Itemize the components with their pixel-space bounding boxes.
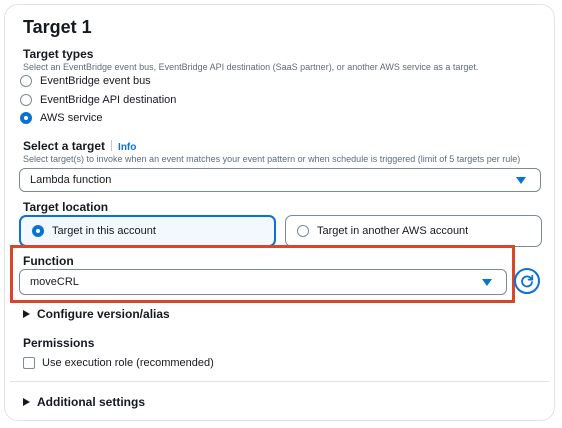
radio-aws-service[interactable]: AWS service — [20, 112, 103, 124]
select-target-description: Select target(s) to invoke when an event… — [23, 154, 521, 164]
info-separator — [111, 140, 113, 151]
execution-role-checkbox[interactable] — [23, 357, 35, 369]
tile-target-this-account[interactable]: Target in this account — [19, 215, 276, 247]
refresh-icon — [521, 274, 534, 288]
radio-label: EventBridge API destination — [40, 94, 177, 106]
target-service-select[interactable]: Lambda function — [19, 168, 541, 192]
execution-role-checkbox-row[interactable]: Use execution role (recommended) — [23, 357, 214, 369]
radio-circle-selected[interactable] — [32, 225, 44, 237]
caret-right-icon — [23, 398, 30, 406]
target-types-description: Select an EventBridge event bus, EventBr… — [23, 62, 479, 72]
select-value: Lambda function — [30, 174, 112, 186]
caret-down-icon — [516, 176, 526, 184]
radio-circle-selected[interactable] — [20, 112, 32, 124]
additional-settings-expander[interactable]: Additional settings — [23, 395, 145, 409]
target-card: Target 1 Target types Select an EventBri… — [4, 4, 555, 421]
radio-circle[interactable] — [297, 225, 309, 237]
caret-right-icon — [23, 310, 30, 318]
target-location-label: Target location — [23, 200, 109, 214]
section-divider — [10, 381, 549, 382]
tile-label: Target in another AWS account — [317, 225, 469, 237]
radio-circle[interactable] — [20, 75, 32, 87]
tile-target-another-account[interactable]: Target in another AWS account — [285, 215, 542, 247]
checkbox-label: Use execution role (recommended) — [42, 357, 214, 369]
radio-eventbridge-event-bus[interactable]: EventBridge event bus — [20, 75, 151, 87]
card-title: Target 1 — [23, 17, 92, 37]
refresh-button[interactable] — [514, 268, 540, 294]
permissions-label: Permissions — [23, 336, 95, 350]
radio-label: AWS service — [40, 112, 103, 124]
info-link[interactable]: Info — [118, 142, 136, 153]
select-target-label: Select a target Info — [23, 139, 136, 153]
function-highlight-box — [10, 245, 515, 303]
configure-version-expander[interactable]: Configure version/alias — [23, 307, 170, 321]
expander-label: Configure version/alias — [37, 307, 170, 321]
target-types-label: Target types — [23, 47, 94, 61]
radio-label: EventBridge event bus — [40, 75, 151, 87]
expander-label: Additional settings — [37, 395, 145, 409]
radio-circle[interactable] — [20, 94, 32, 106]
tile-label: Target in this account — [52, 225, 156, 237]
radio-eventbridge-api-destination[interactable]: EventBridge API destination — [20, 94, 176, 106]
select-target-label-text: Select a target — [23, 139, 106, 153]
